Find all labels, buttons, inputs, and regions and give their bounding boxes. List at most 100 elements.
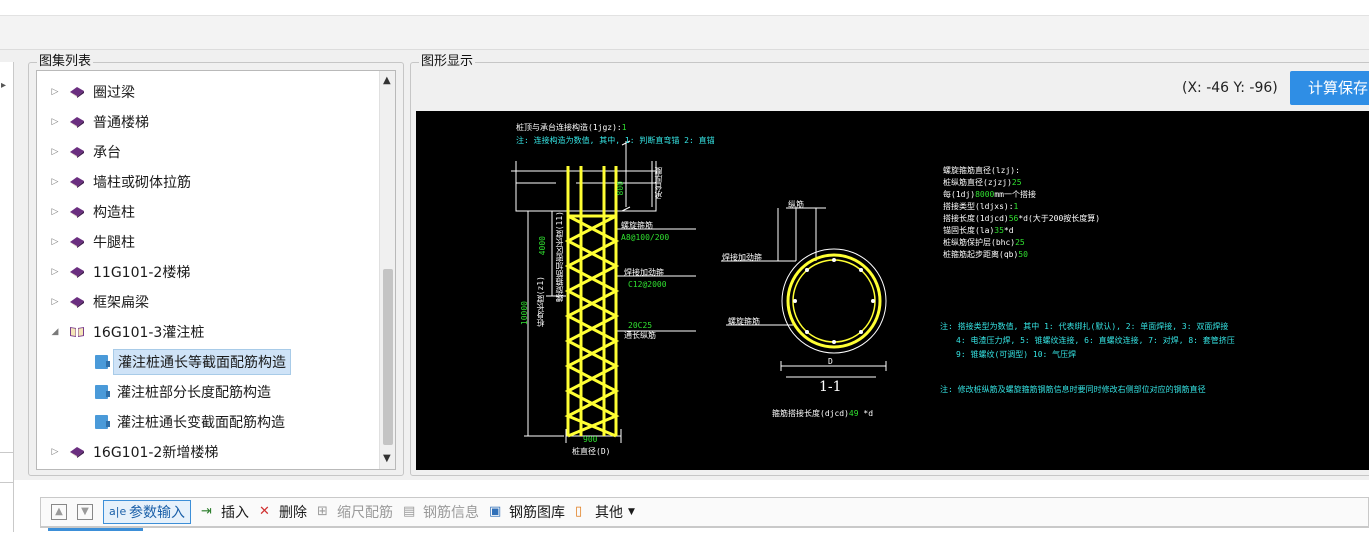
cad-param-value: 1 [1013,202,1019,211]
tree-item[interactable]: ◢ 16G101-3灌注桩 [37,317,377,347]
bottom-toolbar: ▲ ▼ a|e 参数输入 ⇥ 插入 ✕ 删除 ⊞ 缩尺配筋 ▤ 钢筋信息 ▣ 钢筋图库 ▯ 其… [40,497,1369,527]
cad-param-label: 锚固长度(la) [943,226,995,235]
book-icon [67,144,87,160]
tree-item-label: 圈过梁 [93,85,135,101]
cad-param-line: 搭接长度(1djcd)56*d(大于200按长度算) [943,214,1100,224]
title-bar [0,0,1369,16]
calc-save-button[interactable]: 计算保存 [1290,71,1369,105]
cad-param-label: 桩箍筋起步距离(qb) [943,250,1019,259]
scale-rebar-button[interactable]: ⊞ 缩尺配筋 [317,500,393,524]
tree-item[interactable]: ▷ 圈过梁 [37,77,377,107]
book-icon [67,114,87,130]
tree-item-label: 灌注桩通长变截面配筋构造 [117,415,285,431]
cad-spiral-stirrup-value: A8@100/200 [621,233,670,242]
ribbon-bar [0,16,1369,50]
cad-title-line1: 桩顶与承台连接构造(1jgz): [516,123,622,132]
collapsed-arrow-icon[interactable]: ▷ [49,237,61,247]
scale-rebar-icon: ⊞ [317,504,328,519]
param-input-label: 参数输入 [129,505,185,521]
other-label: 其他 [595,505,623,521]
tree-item-label: 构造柱 [93,205,135,221]
tree-scrollbar[interactable]: ▲ ▼ [379,71,395,469]
atlas-tree[interactable]: ▷ 圈过梁 ▷ 普通楼梯 ▷ 承台 ▷ 墙柱或砌体拉筋 ▷ 构造柱 ▷ 牛腿柱 ▷ 11G101-2楼梯 ▷… [36,70,396,470]
cad-param-line: 螺旋箍筋直径(lzj): [943,166,1020,176]
cad-param-label: 每(1dj) [943,190,976,199]
scroll-thumb[interactable] [383,269,393,445]
cad-dim-800: 800 [616,181,625,196]
cad-section-name: 1-1 [819,379,842,395]
tree-item-label: 灌注桩通长等截面配筋构造 [113,349,291,375]
scroll-up-icon[interactable]: ▲ [383,75,391,86]
move-up-button[interactable]: ▲ [51,500,71,524]
cad-param-line: 桩箍筋起步距离(qb)50 [943,250,1028,260]
cad-param-suffix: *d [1003,226,1014,235]
tree-item[interactable]: ▷ 16G101-2新增楼梯 [37,437,377,467]
delete-button[interactable]: ✕ 删除 [259,500,307,524]
collapsed-arrow-icon[interactable]: ▷ [49,117,61,127]
cad-drawing-canvas[interactable]: 桩顶与承台连接构造(1jgz):1 注: 连接构造为数值, 其中, 1: 判断直… [416,111,1369,470]
cad-param-line: 每(1dj)8000mm一个搭接 [943,190,1036,200]
tree-item[interactable]: ▷ 普通楼梯 [37,107,377,137]
rebar-info-button[interactable]: ▤ 钢筋信息 [403,500,479,524]
tree-item[interactable]: ▷灌注桩部分长度配筋构造 [37,377,377,407]
param-input-button[interactable]: a|e 参数输入 [103,500,191,524]
cad-note1b: 4: 电渣压力焊, 5: 锥螺纹连接, 6: 直螺纹连接, 7: 对焊, 8: … [956,336,1235,345]
delete-label: 删除 [279,505,307,521]
cad-note1c: 9: 锥螺纹(可调型) 10: 气压焊 [956,350,1077,359]
cad-param-suffix: *d(大于200按长度算) [1018,214,1101,223]
collapsed-arrow-icon[interactable]: ▷ [49,297,61,307]
cad-spiral-reinf-value: C12@2000 [628,280,667,289]
collapsed-arrow-icon[interactable]: ▷ [49,447,61,457]
other-button[interactable]: ▯ 其他 ▼ [575,500,635,524]
cad-param-label: 搭接类型(ldjxs): [943,202,1014,211]
collapse-arrow-icon[interactable]: ▸ [1,80,6,91]
cad-param-value: 56 [1008,214,1019,223]
delete-icon: ✕ [259,504,270,519]
cad-dim-900: 900 [583,435,598,444]
tree-item[interactable]: ▷ 11G101-2楼梯 [37,257,377,287]
tree-item-label: 墙柱或砌体拉筋 [93,175,191,191]
grid-header-strip [40,527,1369,534]
insert-button[interactable]: ⇥ 插入 [201,500,249,524]
book-icon [67,264,87,280]
tree-item-label: 牛腿柱 [93,235,135,251]
tree-item[interactable]: ▷ 墙柱或砌体拉筋 [37,167,377,197]
cad-param-value: 50 [1018,250,1028,259]
cad-lap-length-unit: *d [863,409,874,418]
cad-spiral-reinf-label: 焊接加劲箍 [624,268,664,277]
rebar-info-icon: ▤ [403,504,416,519]
book-icon [67,174,87,190]
collapsed-arrow-icon[interactable]: ▷ [49,147,61,157]
scroll-down-icon[interactable]: ▼ [383,453,391,464]
rebar-library-button[interactable]: ▣ 钢筋图库 [489,500,565,524]
cad-lap-length-label: 箍筋搭接长度(djcd) [772,409,849,418]
tree-item[interactable]: ▷ 牛腿柱 [37,227,377,257]
move-down-button[interactable]: ▼ [77,500,97,524]
cad-note1: 注: 搭接类型为数值, 其中 1: 代表绑扎(默认), 2: 单面焊接, 3: … [940,322,1229,331]
cad-dim-10000: 10000 [520,301,529,326]
tree-item[interactable]: ▷灌注桩通长变截面配筋构造 [37,407,377,437]
cad-section-d: D [828,357,833,366]
document-icon [91,354,111,370]
tree-item[interactable]: ▷ 框架扁梁 [37,287,377,317]
cad-spiral-length-label: 螺旋箍筋加密区长度(11) [555,211,564,303]
tree-item[interactable]: ▷ 构造柱 [37,197,377,227]
tree-item-label: 承台 [93,145,121,161]
divider [0,452,14,453]
tree-item[interactable]: ▷ 承台 [37,137,377,167]
book-icon [67,294,87,310]
chevron-down-icon: ▼ [628,507,635,517]
collapsed-arrow-icon[interactable]: ▷ [49,177,61,187]
cad-long-bar-value: 20C25 [628,321,653,330]
expanded-arrow-icon[interactable]: ◢ [49,327,61,337]
cad-param-value: 8000 [975,190,995,199]
cad-section-weld-label: 焊接加劲箍 [722,253,762,262]
document-icon [91,384,111,400]
collapsed-arrow-icon[interactable]: ▷ [49,267,61,277]
collapsed-arrow-icon[interactable]: ▷ [49,87,61,97]
cad-dim-4000: 4000 [538,236,547,256]
coordinate-readout: (X: -46 Y: -96) [1182,80,1278,96]
book-icon [67,444,87,460]
collapsed-arrow-icon[interactable]: ▷ [49,207,61,217]
tree-item[interactable]: ▷灌注桩通长等截面配筋构造 [37,347,377,377]
